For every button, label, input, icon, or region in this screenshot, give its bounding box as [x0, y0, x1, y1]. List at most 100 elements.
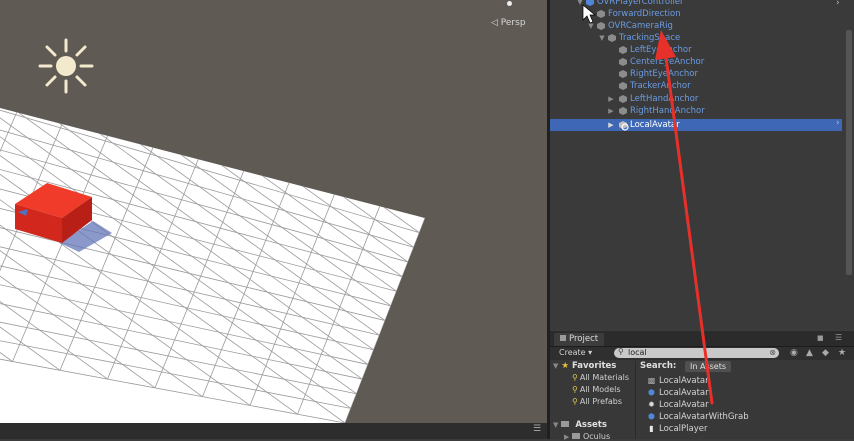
persp-label[interactable]: ◁ Persp: [491, 18, 526, 28]
result-item-label: LocalAvatar: [659, 400, 709, 410]
favorite-item-label: All Models: [579, 385, 621, 394]
hierarchy-item-label: LeftHandAnchor: [630, 94, 699, 104]
search-icon: ⚲: [572, 385, 578, 394]
favorite-item-label: All Prefabs: [579, 397, 623, 406]
sun-icon[interactable]: [38, 38, 94, 94]
project-toolbar: Create ▾ ⚲ local ⊗ ◉ ▲ ◆ ★: [550, 347, 854, 360]
assets-child-item[interactable]: ▶ Oculus: [564, 432, 610, 441]
fold-arrow-icon[interactable]: ▼: [587, 20, 595, 32]
cube-icon: [619, 107, 627, 115]
cube-icon: [619, 121, 627, 129]
hierarchy-item-label: CenterEyeAnchor: [630, 57, 705, 67]
folder-icon: ▩: [647, 376, 656, 385]
hierarchy-item-label: TrackerAnchor: [630, 81, 691, 91]
cube-icon: [619, 70, 627, 78]
hierarchy-item[interactable]: ▼ OVRPlayerController: [550, 0, 840, 8]
fold-arrow-icon[interactable]: ▶: [607, 119, 615, 131]
result-item[interactable]: ⬢ LocalAvatar: [647, 387, 709, 399]
hierarchy-item[interactable]: ▼ TrackingSpace: [550, 32, 840, 44]
filter-label-icon[interactable]: ▲: [806, 348, 813, 358]
hierarchy-item-label: OVRPlayerController: [597, 0, 684, 7]
cube-icon: [619, 82, 627, 90]
fold-arrow-icon[interactable]: ▼: [576, 0, 584, 8]
search-icon: ⚲: [572, 373, 578, 382]
hierarchy-item-label: OVRCameraRig: [608, 21, 673, 31]
favorites-section[interactable]: ▼ ★ Favorites: [553, 361, 616, 371]
create-button[interactable]: Create ▾: [559, 348, 592, 357]
fold-arrow-icon[interactable]: ▶: [564, 433, 569, 441]
hierarchy-item[interactable]: ▶ RightHandAnchor: [550, 105, 840, 117]
hierarchy-item-selected[interactable]: ▶ LocalAvatar: [550, 119, 842, 131]
star-icon: ★: [561, 361, 569, 371]
search-icon: ⚲: [572, 397, 578, 406]
tab-project-label: Project: [569, 334, 599, 344]
assets-label: Assets: [575, 420, 607, 430]
cube-icon: [586, 0, 594, 6]
hierarchy-item[interactable]: LeftEyeAnchor: [550, 44, 840, 56]
result-item[interactable]: ⬢ LocalAvatarWithGrab: [647, 411, 749, 423]
cube-icon: [619, 95, 627, 103]
scene-canvas[interactable]: [0, 0, 547, 439]
fold-arrow-icon[interactable]: ▶: [607, 93, 615, 105]
cube-icon: [619, 46, 627, 54]
chevron-right-icon[interactable]: ›: [836, 118, 840, 128]
script-icon: ✹: [648, 400, 655, 409]
search-results: Search: In Assets ▩ LocalAvatar ⬢ LocalAva…: [636, 361, 854, 439]
favorite-item-label: All Materials: [579, 373, 629, 382]
project-folder-tree: ▼ ★ Favorites ⚲ All Materials ⚲ All Models…: [550, 361, 636, 441]
search-scope-tab[interactable]: In Assets: [685, 361, 732, 372]
fold-arrow-icon[interactable]: ▼: [598, 32, 606, 44]
search-input-value: local: [628, 348, 647, 357]
cube-icon: [597, 22, 605, 30]
hierarchy-item-label: RightHandAnchor: [630, 106, 705, 116]
favorite-item[interactable]: ⚲ All Materials: [572, 373, 629, 382]
project-tab-icon: [560, 335, 566, 341]
prefab-icon: ⬢: [648, 412, 655, 421]
favorites-label: Favorites: [571, 361, 617, 371]
hierarchy-item-label: ForwardDirection: [608, 9, 681, 19]
filter-type-icon[interactable]: ◉: [790, 348, 798, 358]
cube-icon: [608, 34, 616, 42]
hierarchy-item[interactable]: TrackerAnchor: [550, 80, 840, 92]
prefab-icon: ⬢: [648, 388, 655, 397]
hierarchy-item[interactable]: ▶ LeftHandAnchor: [550, 93, 840, 105]
lock-icon[interactable]: ■: [817, 334, 824, 342]
result-item[interactable]: ▮ LocalPlayer: [647, 423, 707, 435]
hierarchy-item-label: TrackingSpace: [619, 33, 681, 43]
hierarchy-item[interactable]: RightEyeAnchor: [550, 68, 840, 80]
file-icon: ▮: [649, 424, 654, 433]
hierarchy-item[interactable]: ▼ OVRCameraRig: [550, 20, 840, 32]
search-input[interactable]: ⚲ local ⊗: [614, 347, 779, 358]
result-item-label: LocalAvatar: [659, 376, 709, 386]
result-item-label: LocalAvatar: [659, 388, 709, 398]
favorite-star-icon[interactable]: ★: [838, 348, 846, 358]
folder-icon: [571, 433, 580, 439]
chevron-right-icon[interactable]: ›: [836, 0, 840, 8]
panel-menu-icon[interactable]: ☰: [835, 333, 842, 342]
fold-arrow-icon[interactable]: ▶: [607, 105, 615, 117]
clear-search-icon[interactable]: ⊗: [769, 348, 776, 358]
assets-child-label: Oculus: [582, 432, 611, 441]
search-scope-label: Search:: [640, 361, 677, 371]
cube-icon: [597, 10, 605, 18]
scene-gizmo-dot[interactable]: [507, 1, 512, 6]
project-panel[interactable]: Project ■ ☰ Create ▾ ⚲ local ⊗ ◉ ▲ ◆ ★ ▼…: [550, 331, 854, 441]
hierarchy-panel[interactable]: ▼ OVRPlayerController ForwardDirection ▼…: [550, 0, 854, 330]
hierarchy-item[interactable]: CenterEyeAnchor: [550, 56, 840, 68]
favorite-item[interactable]: ⚲ All Prefabs: [572, 397, 622, 406]
project-tabbar: Project ■ ☰: [550, 331, 854, 347]
result-item[interactable]: ✹ LocalAvatar: [647, 399, 709, 411]
fold-arrow-icon[interactable]: ▼: [553, 421, 558, 429]
favorite-item[interactable]: ⚲ All Models: [572, 385, 621, 394]
panel-menu-icon[interactable]: ☰: [533, 424, 541, 434]
filter-tag-icon[interactable]: ◆: [822, 348, 829, 358]
folder-icon: [561, 421, 570, 427]
scene-view[interactable]: ◁ Persp ☰: [0, 0, 547, 439]
tab-project[interactable]: Project: [554, 333, 605, 346]
scrollbar[interactable]: [846, 30, 852, 275]
fold-arrow-icon[interactable]: ▼: [553, 362, 558, 370]
result-item[interactable]: ▩ LocalAvatar: [647, 375, 709, 387]
hierarchy-item[interactable]: ForwardDirection: [550, 8, 840, 20]
hierarchy-item-label: LocalAvatar: [630, 120, 680, 130]
assets-section[interactable]: ▼ Assets: [553, 420, 607, 430]
